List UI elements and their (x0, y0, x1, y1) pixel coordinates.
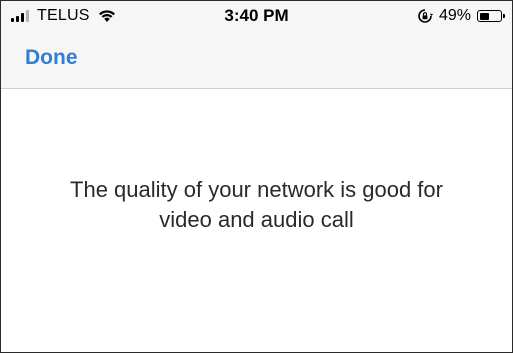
status-bar-right: 49% (417, 7, 505, 25)
orientation-lock-icon (418, 9, 433, 23)
navigation-bar: Done (1, 31, 512, 89)
done-button[interactable]: Done (25, 46, 78, 70)
battery-percentage: 49% (438, 7, 471, 24)
network-quality-message: The quality of your network is good for … (70, 177, 443, 232)
status-bar: TELUS 3:40 PM 49% (1, 1, 512, 31)
main-content: The quality of your network is good for … (1, 89, 512, 352)
battery-fill (479, 12, 489, 20)
app-screen: TELUS 3:40 PM 49% Done The quality of yo… (0, 0, 513, 353)
battery-nub (503, 14, 505, 18)
battery-icon (477, 10, 505, 22)
